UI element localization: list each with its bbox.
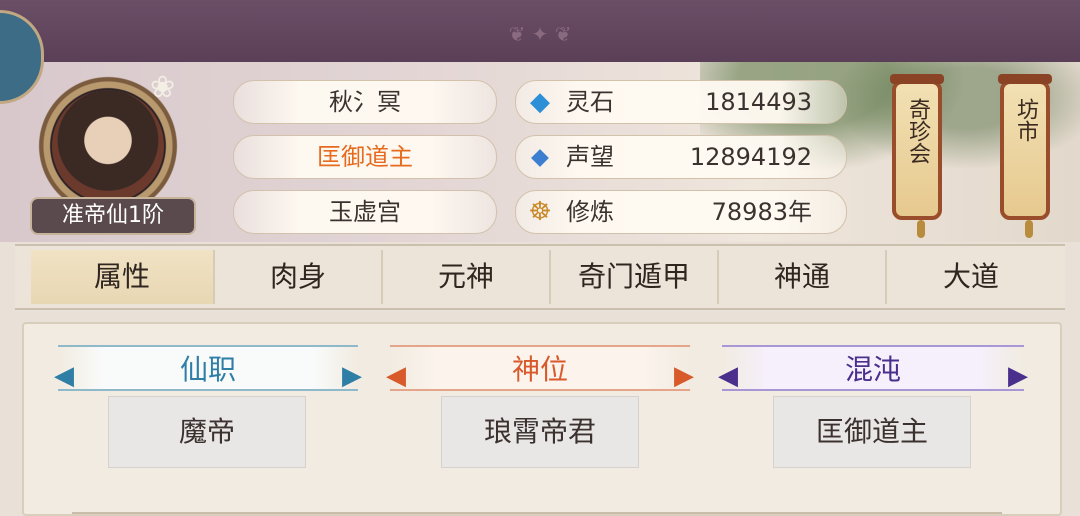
tab-divine-powers[interactable]: 神通 — [719, 250, 887, 304]
attribute-value-divine-rank: 琅霄帝君 — [441, 396, 639, 468]
chevron-right-icon: ▶ — [342, 361, 362, 391]
player-name: 秋氵冥 — [233, 80, 497, 124]
stat-label: 声望 — [566, 143, 614, 171]
market-label: 坊市 — [1013, 98, 1038, 142]
tab-bar: 属性 肉身 元神 奇门遁甲 神通 大道 — [15, 244, 1065, 310]
lantern-tassel — [917, 220, 925, 238]
chevron-left-icon: ◀ — [386, 361, 406, 391]
rank-badge: 准帝仙1阶 — [30, 197, 196, 235]
stat-cultivation: ☸ 修炼 78983年 — [515, 190, 847, 234]
lantern-tassel — [1025, 220, 1033, 238]
treasure-pavilion-button[interactable]: 奇珍会 — [890, 74, 944, 238]
player-title: 匡御道主 — [233, 135, 497, 179]
butterfly-icon: ❀ — [150, 70, 176, 105]
lantern-cap — [998, 74, 1052, 84]
attribute-value-immortal-post: 魔帝 — [108, 396, 306, 468]
stat-value: 1814493 — [705, 88, 812, 116]
treasure-pavilion-label: 奇珍会 — [905, 98, 930, 164]
attribute-header-chaos: ◀ 混沌 ▶ — [718, 345, 1028, 391]
tab-dao[interactable]: 大道 — [887, 250, 1055, 304]
reputation-icon: ⬥ — [530, 142, 550, 172]
divider — [72, 512, 1002, 514]
stat-spirit-stone: ◆ 灵石 1814493 — [515, 80, 847, 124]
chevron-right-icon: ▶ — [674, 361, 694, 391]
stat-label: 灵石 — [566, 88, 614, 116]
tab-qimen[interactable]: 奇门遁甲 — [551, 250, 719, 304]
attribute-header-divine-rank: ◀ 神位 ▶ — [386, 345, 694, 391]
stat-value: 78983年 — [711, 198, 812, 226]
lantern-cap — [890, 74, 944, 84]
stat-label: 修炼 — [566, 198, 614, 226]
tab-body[interactable]: 肉身 — [215, 250, 383, 304]
chevron-left-icon: ◀ — [718, 361, 738, 391]
cultivation-icon: ☸ — [528, 197, 552, 227]
player-sect: 玉虚宫 — [233, 190, 497, 234]
ornament-icon: ❦ ✦ ❦ — [508, 22, 572, 46]
chevron-right-icon: ▶ — [1008, 361, 1028, 391]
attribute-value-chaos: 匡御道主 — [773, 396, 971, 468]
stat-value: 12894192 — [689, 143, 812, 171]
tab-soul[interactable]: 元神 — [383, 250, 551, 304]
market-button[interactable]: 坊市 — [998, 74, 1052, 238]
stat-reputation: ⬥ 声望 12894192 — [515, 135, 847, 179]
attribute-label: 仙职 — [179, 353, 236, 386]
attribute-header-immortal-post: ◀ 仙职 ▶ — [54, 345, 362, 391]
attribute-label: 神位 — [511, 353, 568, 386]
attribute-label: 混沌 — [844, 353, 901, 386]
spirit-stone-icon: ◆ — [530, 87, 550, 117]
chevron-left-icon: ◀ — [54, 361, 74, 391]
tab-attributes[interactable]: 属性 — [31, 250, 215, 304]
top-bar: ❦ ✦ ❦ — [0, 0, 1080, 62]
avatar — [52, 90, 164, 202]
